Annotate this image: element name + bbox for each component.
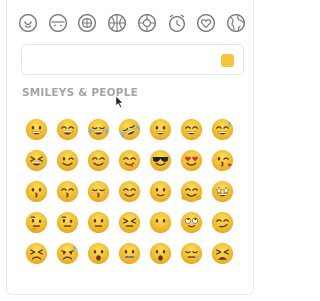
emoji-hushed-face[interactable] — [83, 238, 114, 269]
expressionless-face-icon — [118, 211, 141, 234]
animal-face-icon — [48, 13, 67, 33]
emoji-kissing-smiling-eyes[interactable] — [52, 176, 83, 207]
face-with-tears-of-joy-icon — [87, 118, 110, 141]
smiling-face-smiling-eyes-icon — [87, 149, 110, 172]
emoji-zipper-mouth-face[interactable] — [114, 238, 145, 269]
rolling-on-floor-laughing-icon — [118, 118, 141, 141]
search-box — [21, 44, 244, 75]
emoji-smiling-face-with-sunglasses[interactable] — [145, 145, 176, 176]
search-input[interactable] — [28, 49, 208, 71]
kissing-smiling-eyes-icon — [56, 180, 79, 203]
emoji-neutral-face[interactable] — [83, 207, 114, 238]
emoji-rolling-on-floor-laughing[interactable] — [114, 114, 145, 145]
smiling-face-with-sunglasses-icon — [149, 149, 172, 172]
skin-tone-selector[interactable] — [221, 54, 234, 67]
activity-icon — [108, 13, 127, 33]
emoji-sleepy-face[interactable] — [176, 238, 207, 269]
emoji-face-blowing-kiss[interactable] — [207, 145, 238, 176]
smiling-face-icon — [118, 180, 141, 203]
emoji-face-raised-eyebrow[interactable] — [52, 207, 83, 238]
mouse-pointer-icon — [115, 95, 125, 109]
kissing-face-icon — [25, 180, 48, 203]
category-tabs — [16, 11, 248, 35]
grinning-squinting-face-icon — [25, 149, 48, 172]
smiley-face-icon — [18, 13, 38, 33]
emoji-thinking-face[interactable] — [21, 207, 52, 238]
emoji-beaming-face[interactable] — [176, 114, 207, 145]
emoji-sad-but-relieved[interactable] — [52, 238, 83, 269]
sleepy-face-icon — [180, 242, 203, 265]
emoji-grinning-sweat[interactable] — [207, 114, 238, 145]
face-rolling-eyes-icon — [180, 211, 203, 234]
emoji-grinning-face-smiling-eyes[interactable] — [145, 114, 176, 145]
emoji-winking-face[interactable] — [52, 145, 83, 176]
thinking-face-icon — [25, 211, 48, 234]
emoji-grinning-squinting-face[interactable] — [21, 145, 52, 176]
symbols-heart-icon — [197, 13, 216, 33]
emoji-face-open-mouth[interactable] — [145, 238, 176, 269]
kissing-closed-eyes-icon — [87, 180, 110, 203]
grinning-face-icon — [25, 118, 48, 141]
sad-but-relieved-icon — [56, 242, 79, 265]
emoji-hugging-face[interactable] — [176, 176, 207, 207]
emoji-face-without-mouth[interactable] — [145, 207, 176, 238]
objects-clock-icon — [168, 14, 185, 33]
slightly-smiling-face-icon — [149, 180, 172, 203]
emoji-tired-face[interactable] — [207, 238, 238, 269]
heart-eyes-icon — [180, 149, 203, 172]
emoji-persevering-face[interactable] — [21, 238, 52, 269]
beaming-face-icon — [180, 118, 203, 141]
neutral-face-icon — [87, 211, 110, 234]
face-open-mouth-icon — [149, 242, 172, 265]
emoji-grinning-face[interactable] — [21, 114, 52, 145]
tab-smileys-people[interactable] — [16, 11, 40, 35]
tab-symbols[interactable] — [194, 11, 218, 35]
tab-flags[interactable] — [224, 11, 248, 35]
food-icon — [78, 13, 97, 33]
emoji-slightly-smiling-face[interactable] — [145, 176, 176, 207]
emoji-grinning-face-big-eyes[interactable] — [52, 114, 83, 145]
persevering-face-icon — [25, 242, 48, 265]
grinning-face-big-eyes-icon — [56, 118, 79, 141]
emoji-face-savoring-food[interactable] — [114, 145, 145, 176]
grinning-face-smiling-eyes-icon — [149, 118, 172, 141]
face-without-mouth-icon — [149, 211, 172, 234]
face-blowing-kiss-icon — [211, 149, 234, 172]
tired-face-icon — [211, 242, 234, 265]
tab-activity[interactable] — [105, 11, 129, 35]
tab-objects[interactable] — [165, 11, 189, 35]
emoji-grid — [21, 114, 238, 269]
hugging-face-icon — [180, 180, 203, 203]
emoji-picker-panel: SMILEYS & PEOPLE — [6, 0, 254, 295]
emoji-star-struck[interactable] — [207, 176, 238, 207]
emoji-smirking-face[interactable] — [207, 207, 238, 238]
winking-face-icon — [56, 149, 79, 172]
emoji-expressionless-face[interactable] — [114, 207, 145, 238]
face-savoring-food-icon — [118, 149, 141, 172]
smirking-face-icon — [211, 211, 234, 234]
tab-animals-nature[interactable] — [46, 11, 70, 35]
emoji-heart-eyes[interactable] — [176, 145, 207, 176]
emoji-smiling-face[interactable] — [114, 176, 145, 207]
tab-food-drink[interactable] — [75, 11, 99, 35]
emoji-kissing-face[interactable] — [21, 176, 52, 207]
emoji-smiling-face-smiling-eyes[interactable] — [83, 145, 114, 176]
emoji-face-rolling-eyes[interactable] — [176, 207, 207, 238]
face-raised-eyebrow-icon — [56, 211, 79, 234]
hushed-face-icon — [87, 242, 110, 265]
emoji-kissing-closed-eyes[interactable] — [83, 176, 114, 207]
emoji-face-with-tears-of-joy[interactable] — [83, 114, 114, 145]
star-struck-icon — [211, 180, 234, 203]
grinning-sweat-icon — [211, 118, 234, 141]
flags-globe-icon — [226, 13, 245, 33]
travel-icon — [137, 13, 156, 33]
tab-travel-places[interactable] — [135, 11, 159, 35]
zipper-mouth-face-icon — [118, 242, 141, 265]
